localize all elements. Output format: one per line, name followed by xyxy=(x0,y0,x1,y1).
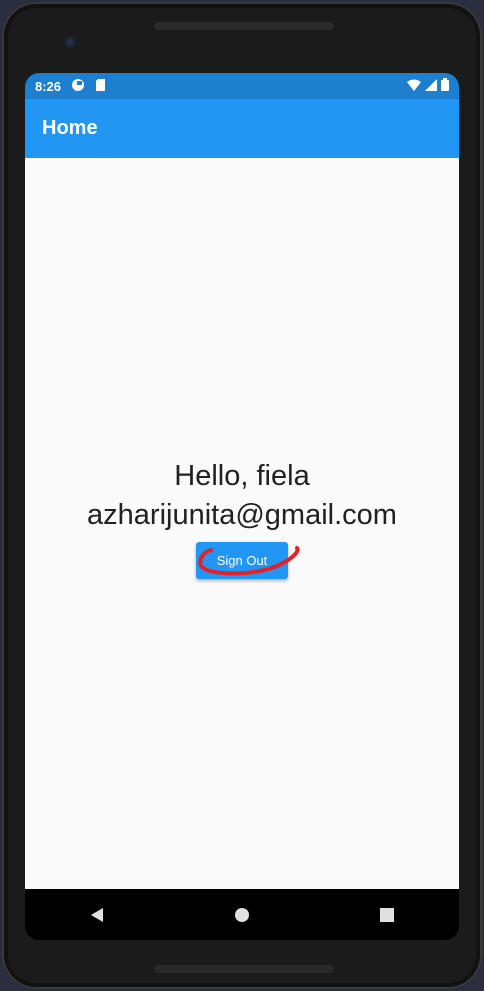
back-button[interactable] xyxy=(77,895,117,935)
user-email: azharijunita@gmail.com xyxy=(87,499,397,531)
phone-screen: 8:26 Home Hello, fiela azharijunita@gmai… xyxy=(25,73,459,940)
front-camera xyxy=(65,37,77,49)
navigation-bar xyxy=(25,889,459,940)
page-title: Home xyxy=(42,117,98,139)
signal-icon xyxy=(425,78,437,94)
status-indicators xyxy=(407,78,449,94)
recents-button[interactable] xyxy=(367,895,407,935)
recents-icon xyxy=(379,907,394,922)
bottom-speaker xyxy=(154,965,334,973)
home-icon xyxy=(234,907,249,922)
home-button[interactable] xyxy=(222,895,262,935)
app-bar: Home xyxy=(25,99,459,158)
greeting-text: Hello, fiela xyxy=(174,460,310,492)
sd-card-icon xyxy=(95,78,106,95)
sign-out-button[interactable]: Sign Out xyxy=(196,542,288,579)
status-bar: 8:26 xyxy=(25,73,459,99)
battery-icon xyxy=(441,78,449,94)
wifi-icon xyxy=(407,79,421,94)
top-speaker xyxy=(154,22,334,30)
back-icon xyxy=(91,907,104,922)
phone-frame: 8:26 Home Hello, fiela azharijunita@gmai… xyxy=(2,2,482,989)
main-content: Hello, fiela azharijunita@gmail.com Sign… xyxy=(25,158,459,889)
status-time: 8:26 xyxy=(35,78,62,94)
notification-icon xyxy=(71,78,85,95)
